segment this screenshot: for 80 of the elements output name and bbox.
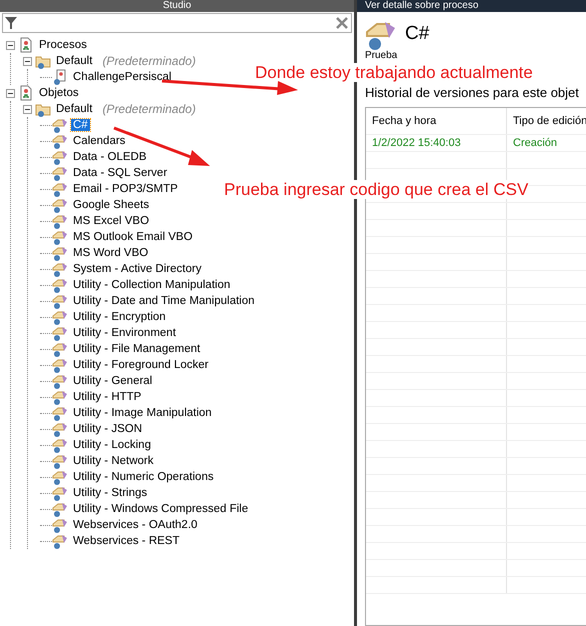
history-label: Historial de versiones para este objet	[365, 85, 580, 100]
tree-item[interactable]: Utility - JSON	[71, 423, 144, 435]
object-icon	[52, 341, 68, 357]
object-icon	[52, 261, 68, 277]
tree-item[interactable]: System - Active Directory	[71, 263, 204, 275]
tree-item[interactable]: Google Sheets	[71, 199, 152, 211]
object-icon	[52, 197, 68, 213]
tree-item[interactable]: ChallengePersiscal	[71, 71, 174, 83]
filter-icon	[5, 17, 17, 29]
process-icon	[52, 69, 68, 85]
object-icon	[52, 421, 68, 437]
tree-item[interactable]: Utility - Numeric Operations	[71, 471, 216, 483]
tree-item[interactable]: Procesos	[37, 39, 89, 51]
tree-item[interactable]: Objetos	[37, 87, 81, 99]
tree-item[interactable]: Default	[54, 103, 94, 115]
tree-item[interactable]: Utility - Collection Manipulation	[71, 279, 232, 291]
object-name: C#	[405, 23, 430, 45]
annotation-text: Prueba ingresar codigo que crea el CSV	[224, 180, 528, 199]
tree-item[interactable]: MS Excel VBO	[71, 215, 152, 227]
collapse-icon[interactable]	[6, 88, 15, 98]
object-icon	[52, 469, 68, 485]
tree-item[interactable]: Data - SQL Server	[71, 167, 170, 179]
tree-item[interactable]: Utility - Encryption	[71, 311, 168, 323]
panel-title: Ver detalle sobre proceso	[365, 0, 478, 11]
tree-item[interactable]: Email - POP3/SMTP	[71, 183, 180, 195]
object-icon	[52, 181, 68, 197]
tree-item[interactable]: Utility - Environment	[71, 327, 178, 339]
default-note: (Predeterminado)	[102, 102, 196, 116]
annotation-text: Donde estoy trabajando actualmente	[255, 63, 533, 82]
collapse-icon[interactable]	[23, 56, 32, 66]
tree-item[interactable]: Utility - General	[71, 375, 154, 387]
tree-item[interactable]: Utility - Windows Compressed File	[71, 503, 250, 515]
object-icon	[52, 389, 68, 405]
tree-item[interactable]: Utility - Strings	[71, 487, 150, 499]
panel-title: Studio	[162, 0, 192, 11]
tree-item[interactable]: Utility - File Management	[71, 343, 202, 355]
tree-item[interactable]: MS Outlook Email VBO	[71, 231, 195, 243]
tree-item[interactable]: Webservices - OAuth2.0	[71, 519, 200, 531]
object-icon	[52, 485, 68, 501]
object-icon	[52, 309, 68, 325]
clear-icon[interactable]	[336, 17, 348, 29]
object-icon	[52, 357, 68, 373]
tree-item[interactable]: Data - OLEDB	[71, 151, 148, 163]
object-icon	[52, 165, 68, 181]
object-icon	[52, 229, 68, 245]
object-icon	[52, 149, 68, 165]
object-icon	[52, 373, 68, 389]
object-icon	[52, 117, 68, 133]
object-description: Prueba	[365, 50, 398, 61]
object-icon	[52, 453, 68, 469]
object-icon	[52, 533, 68, 549]
object-icon	[52, 501, 68, 517]
tree-item[interactable]: Utility - Locking	[71, 439, 153, 451]
object-icon	[52, 437, 68, 453]
object-icon	[52, 517, 68, 533]
tree-item[interactable]: Utility - Image Manipulation	[71, 407, 214, 419]
tree-item[interactable]: Utility - HTTP	[71, 391, 144, 403]
tree-item[interactable]: MS Word VBO	[71, 247, 150, 259]
object-icon	[52, 293, 68, 309]
filter-field[interactable]	[2, 13, 352, 33]
object-icon	[52, 325, 68, 341]
column-header[interactable]: Fecha y hora	[366, 108, 507, 134]
collapse-icon[interactable]	[6, 40, 15, 50]
object-icon	[52, 245, 68, 261]
tree-item[interactable]: Webservices - REST	[71, 535, 182, 547]
tree-item[interactable]: Utility - Network	[71, 455, 156, 467]
table-cell: Creación	[507, 135, 586, 151]
group-icon	[18, 37, 34, 53]
tree-item[interactable]: Utility - Foreground Locker	[71, 359, 210, 371]
object-icon	[52, 133, 68, 149]
collapse-icon[interactable]	[23, 104, 32, 114]
tree-item[interactable]: C#	[71, 119, 90, 131]
tree-item[interactable]: Default	[54, 55, 94, 67]
object-icon	[52, 277, 68, 293]
object-icon	[52, 405, 68, 421]
table-cell: 1/2/2022 15:40:03	[366, 135, 507, 151]
default-note: (Predeterminado)	[102, 54, 196, 68]
tree-item[interactable]: Utility - Date and Time Manipulation	[71, 295, 257, 307]
object-icon	[52, 213, 68, 229]
tree-item[interactable]: Calendars	[71, 135, 128, 147]
